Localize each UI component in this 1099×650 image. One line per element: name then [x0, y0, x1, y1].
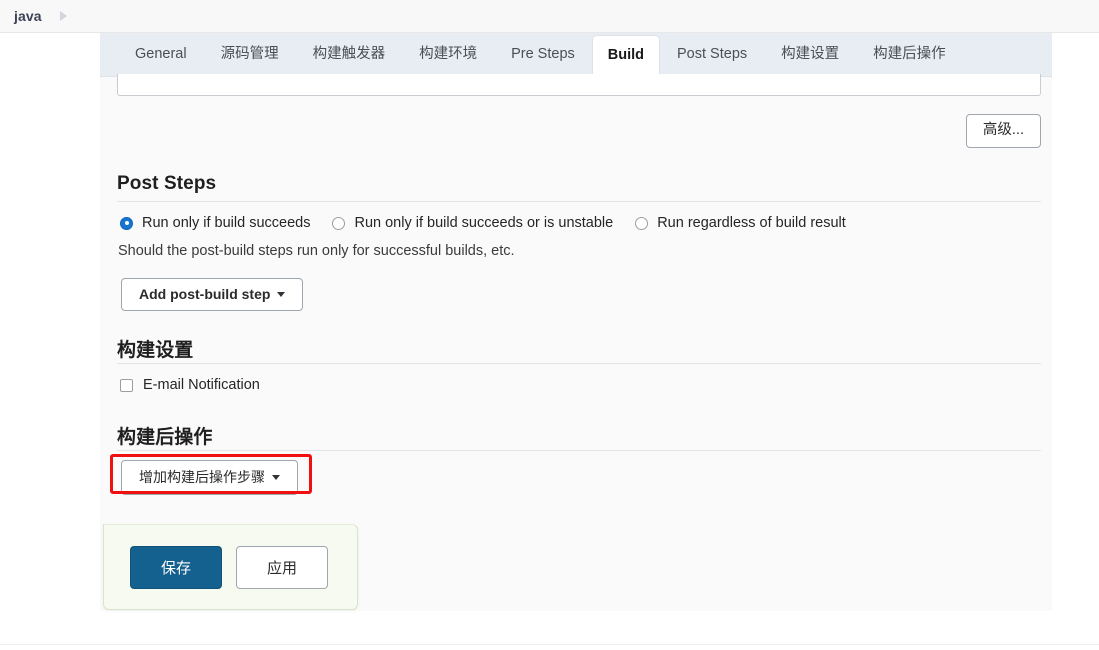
- tab-post-steps[interactable]: Post Steps: [660, 32, 764, 76]
- tab-build[interactable]: Build: [591, 35, 661, 77]
- tab-post-build-actions[interactable]: 构建后操作: [856, 32, 963, 76]
- configuration-tab-bar: General 源码管理 构建触发器 构建环境 Pre Steps Build …: [100, 33, 1052, 77]
- add-post-build-step-button[interactable]: Add post-build step: [121, 278, 304, 312]
- build-settings-divider: [117, 363, 1041, 364]
- tab-build-environment[interactable]: 构建环境: [402, 32, 494, 76]
- tab-build-settings[interactable]: 构建设置: [764, 32, 856, 76]
- build-settings-heading: 构建设置: [117, 340, 194, 361]
- post-build-actions-heading: 构建后操作: [117, 427, 213, 448]
- email-notification-checkbox[interactable]: [120, 378, 133, 392]
- post-steps-heading: Post Steps: [117, 173, 217, 194]
- page-footer-divider: [0, 644, 1099, 645]
- email-notification-row: E-mail Notification: [120, 377, 260, 393]
- tab-pre-steps[interactable]: Pre Steps: [494, 32, 592, 76]
- tab-source-management[interactable]: 源码管理: [204, 32, 296, 76]
- caret-down-icon: [272, 475, 280, 480]
- chevron-right-icon[interactable]: [59, 11, 67, 21]
- post-build-actions-divider: [117, 450, 1041, 451]
- radio-run-if-succeeds-or-unstable[interactable]: [332, 216, 346, 230]
- caret-down-icon: [277, 292, 286, 297]
- add-post-build-action-button[interactable]: 增加构建后操作步骤: [121, 460, 298, 496]
- breadcrumb-bar: java: [0, 0, 1099, 33]
- post-steps-radio-group: Run only if build succeeds Run only if b…: [120, 215, 868, 231]
- email-notification-label: E-mail Notification: [143, 377, 260, 393]
- radio-label-run-if-succeeds-or-unstable: Run only if build succeeds or is unstabl…: [354, 215, 614, 231]
- save-button[interactable]: 保存: [130, 545, 223, 589]
- post-steps-helper-text: Should the post-build steps run only for…: [118, 243, 515, 259]
- advanced-button-row: 高级...: [117, 114, 1041, 148]
- radio-label-run-regardless: Run regardless of build result: [657, 215, 846, 231]
- advanced-button[interactable]: 高级...: [965, 114, 1041, 148]
- radio-run-regardless[interactable]: [635, 216, 649, 230]
- build-command-input[interactable]: [117, 74, 1041, 96]
- apply-button[interactable]: 应用: [236, 545, 329, 589]
- post-steps-divider: [117, 201, 1041, 202]
- add-post-build-step-label: Add post-build step: [139, 286, 271, 302]
- form-submit-bar: 保存 应用: [103, 524, 358, 610]
- tab-build-triggers[interactable]: 构建触发器: [296, 32, 403, 76]
- breadcrumb-item-java[interactable]: java: [14, 8, 42, 24]
- radio-label-run-only-if-succeeds: Run only if build succeeds: [142, 215, 311, 231]
- tab-general[interactable]: General: [118, 32, 204, 76]
- radio-run-only-if-succeeds[interactable]: [120, 216, 133, 230]
- add-post-build-action-label: 增加构建后操作步骤: [139, 469, 265, 485]
